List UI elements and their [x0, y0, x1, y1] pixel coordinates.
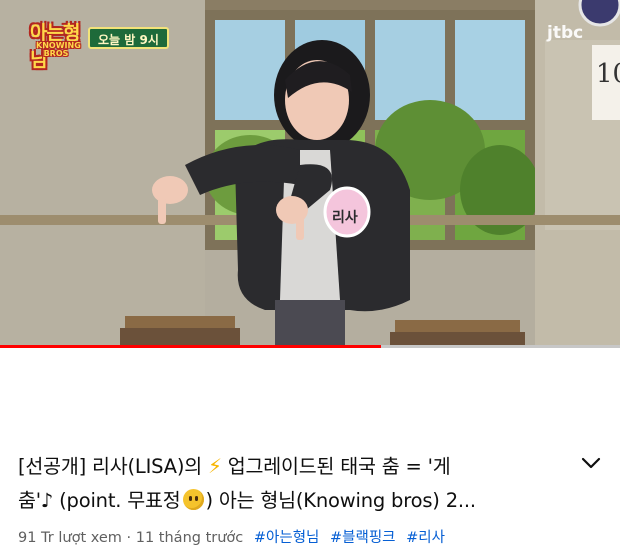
name-tag-text: 리사	[332, 210, 358, 226]
calendar-number: 10	[596, 59, 620, 89]
upload-time: 11 tháng trước	[135, 530, 244, 546]
lightning-icon: ⚡	[207, 454, 222, 478]
hashtag-link[interactable]: #리사	[406, 530, 445, 546]
meta-separator: ·	[126, 530, 132, 546]
video-player[interactable]: 10 리사 아는형님 KNOWING BROS	[0, 0, 620, 348]
channel-logo: jtbc	[547, 23, 584, 43]
title-part-2: 업그레이드된 태국 춤 = '게	[221, 455, 451, 478]
video-title[interactable]: [선공개] 리사(LISA)의 ⚡ 업그레이드된 태국 춤 = '게 춤'♪ (…	[18, 449, 570, 518]
title-part-1: [선공개] 리사(LISA)의	[18, 455, 208, 478]
video-meta: 91 Tr lượt xem · 11 tháng trước #아는형님 #블…	[18, 526, 445, 547]
title-part-4: ) 아는 형님(Knowing bros) 2...	[205, 489, 477, 512]
hashtag-link[interactable]: #아는형님	[254, 530, 320, 546]
progress-fill	[0, 345, 382, 348]
video-frame: 10 리사	[0, 0, 620, 348]
hashtag-link[interactable]: #블랙핑크	[330, 530, 396, 546]
progress-bar[interactable]	[0, 345, 620, 348]
chevron-down-icon[interactable]	[580, 455, 602, 471]
show-logo: 아는형님 KNOWING BROS	[30, 18, 88, 71]
air-time-badge: 오늘 밤 9시	[88, 27, 169, 49]
title-part-3: 춤'♪ (point. 무표정	[18, 489, 181, 512]
show-logo-sub: KNOWING BROS	[36, 41, 81, 58]
neutral-face-emoji-icon	[182, 489, 204, 510]
view-count: 91 Tr lượt xem	[18, 530, 122, 546]
